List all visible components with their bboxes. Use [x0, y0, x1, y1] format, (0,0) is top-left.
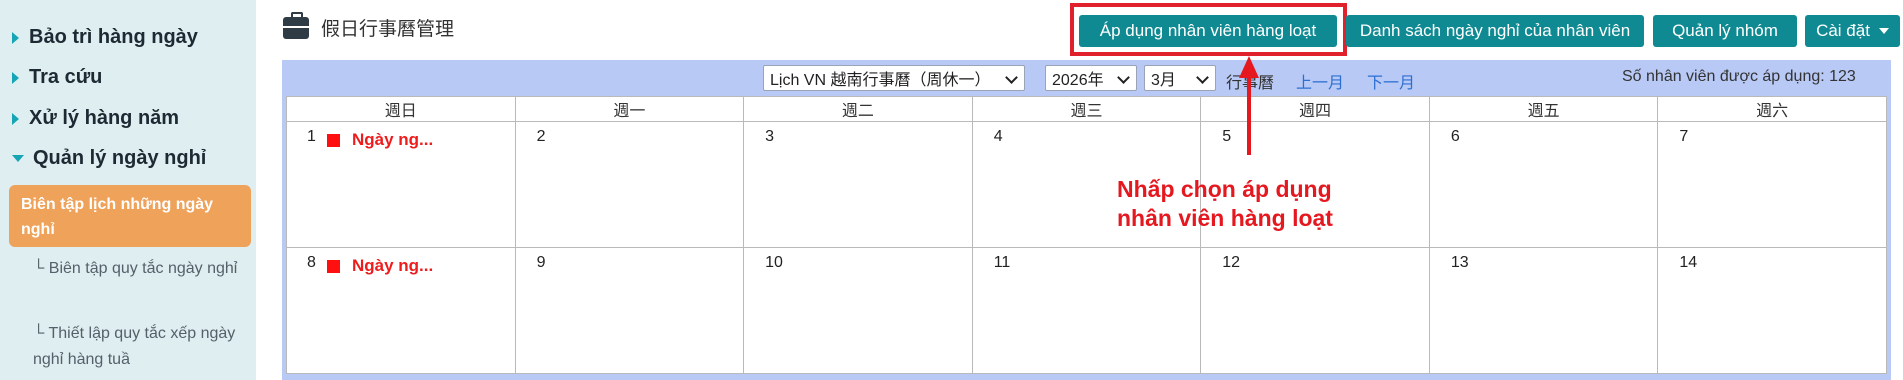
day-number: 9	[536, 254, 546, 271]
chevron-down-icon	[1196, 71, 1209, 84]
caret-down-icon	[1878, 28, 1889, 34]
prev-month-link[interactable]: 上一月	[1296, 69, 1344, 93]
year-select[interactable]: 2026年	[1045, 65, 1137, 91]
calendar-select[interactable]: Lịch VN 越南行事曆（周休一）	[763, 65, 1025, 91]
arrow-up-icon	[1239, 56, 1259, 78]
sidebar-item-daily-maintenance[interactable]: Bảo trì hàng ngày	[12, 26, 198, 49]
calendar-day-cell[interactable]: 7	[1657, 121, 1887, 248]
annotation-text: Nhấp chọn áp dụng nhân viên hàng loạt	[1117, 175, 1333, 233]
day-number: 12	[1222, 254, 1241, 271]
sidebar-item-yearly-processing[interactable]: Xử lý hàng năm	[12, 107, 179, 130]
annotation-line: Nhấp chọn áp dụng	[1117, 176, 1332, 202]
weekday-header: 週三	[971, 96, 1202, 122]
chevron-down-icon	[1005, 71, 1018, 84]
employee-holiday-list-button[interactable]: Danh sách ngày nghỉ của nhân viên	[1346, 15, 1644, 47]
sidebar-item-label: Quản lý ngày nghỉ	[33, 147, 207, 169]
day-number: 4	[993, 128, 1003, 145]
settings-button[interactable]: Cài đặt	[1805, 15, 1900, 47]
day-number: 13	[1450, 254, 1469, 271]
year-select-value: 2026年	[1052, 72, 1104, 89]
sidebar-item-label: Bảo trì hàng ngày	[29, 26, 198, 48]
calendar-day-cell[interactable]: 6	[1428, 121, 1659, 248]
month-select-value: 3月	[1151, 72, 1176, 89]
weekday-header: 週六	[1657, 96, 1887, 122]
briefcase-icon	[283, 11, 309, 39]
group-management-button[interactable]: Quản lý nhóm	[1653, 15, 1797, 47]
settings-button-label: Cài đặt	[1816, 21, 1870, 40]
day-number: 5	[1222, 128, 1232, 145]
day-number: 1	[307, 128, 316, 145]
next-month-link[interactable]: 下一月	[1367, 69, 1415, 93]
sidebar: Bảo trì hàng ngày Tra cứu Xử lý hàng năm…	[0, 0, 256, 380]
sidebar-item-label: Tra cứu	[29, 66, 103, 88]
calendar-day-cell[interactable]: 2	[514, 121, 745, 248]
applied-employee-count: Số nhân viên được áp dụng: 123	[1622, 68, 1856, 85]
holiday-event-label: Ngày ng...	[352, 130, 434, 149]
holiday-event[interactable]: Ngày ng...	[327, 256, 433, 276]
holiday-marker-icon	[327, 133, 340, 147]
calendar-day-cell[interactable]: 10	[743, 247, 973, 374]
chevron-right-icon	[12, 31, 19, 44]
calendar-day-cell[interactable]: 12	[1200, 247, 1430, 374]
weekday-header: 週五	[1428, 96, 1659, 122]
page-title-text: 假日行事曆管理	[321, 19, 455, 40]
day-number: 3	[765, 128, 775, 145]
calendar-week-row: 8 Ngày ng... 9 10 11 12 13 14	[286, 247, 1887, 374]
day-number: 7	[1679, 128, 1689, 145]
day-number: 14	[1679, 254, 1698, 271]
calendar-day-cell[interactable]: 8 Ngày ng...	[286, 247, 516, 374]
sidebar-subitem-weekly-holiday-rules[interactable]: └ Thiết lập quy tắc xếp ngày nghỉ hàng t…	[33, 321, 245, 373]
holiday-event[interactable]: Ngày ng...	[327, 130, 433, 150]
sidebar-item-label: Xử lý hàng năm	[29, 107, 180, 129]
calendar-day-cell[interactable]: 1 Ngày ng...	[286, 121, 516, 248]
day-number: 10	[765, 254, 783, 271]
page-title: 假日行事曆管理	[283, 11, 455, 41]
weekday-header: 週四	[1200, 96, 1430, 122]
holiday-marker-icon	[327, 259, 340, 273]
day-number: 11	[993, 254, 1011, 271]
sidebar-subitem-edit-holiday-calendar[interactable]: Biên tập lịch những ngày nghỉ	[9, 185, 251, 247]
holiday-event-label: Ngày ng...	[352, 256, 434, 275]
annotation-arrow-shaft	[1247, 73, 1251, 155]
weekday-header: 週日	[286, 96, 516, 122]
highlight-box	[1070, 3, 1347, 56]
chevron-down-icon	[1117, 71, 1130, 84]
calendar-day-cell[interactable]: 3	[743, 121, 973, 248]
annotation-line: nhân viên hàng loạt	[1117, 205, 1333, 231]
month-select[interactable]: 3月	[1144, 65, 1216, 91]
calendar-day-cell[interactable]: 9	[514, 247, 745, 374]
calendar-select-value: Lịch VN 越南行事曆（周休一）	[770, 72, 991, 89]
calendar-week-row: 1 Ngày ng... 2 3 4 5 6 7	[286, 121, 1887, 248]
calendar-grid: 週日 週一 週二 週三 週四 週五 週六 1 Ngày ng... 2 3 4 …	[286, 96, 1887, 374]
day-number: 6	[1450, 128, 1460, 145]
sidebar-item-holiday-management[interactable]: Quản lý ngày nghỉ	[12, 147, 206, 170]
calendar-day-cell[interactable]: 14	[1657, 247, 1887, 374]
day-number: 2	[536, 128, 546, 145]
chevron-right-icon	[12, 71, 19, 84]
weekday-header: 週一	[514, 96, 745, 122]
weekday-header: 週二	[743, 96, 973, 122]
sidebar-subitem-edit-holiday-rules[interactable]: └ Biên tập quy tắc ngày nghỉ	[33, 256, 245, 282]
calendar-day-cell[interactable]: 13	[1428, 247, 1659, 374]
calendar-day-cell[interactable]: 11	[971, 247, 1202, 374]
chevron-right-icon	[12, 112, 19, 125]
chevron-down-icon	[12, 155, 24, 162]
weekday-header-row: 週日 週一 週二 週三 週四 週五 週六	[286, 96, 1887, 122]
sidebar-item-lookup[interactable]: Tra cứu	[12, 66, 102, 89]
day-number: 8	[307, 254, 316, 271]
